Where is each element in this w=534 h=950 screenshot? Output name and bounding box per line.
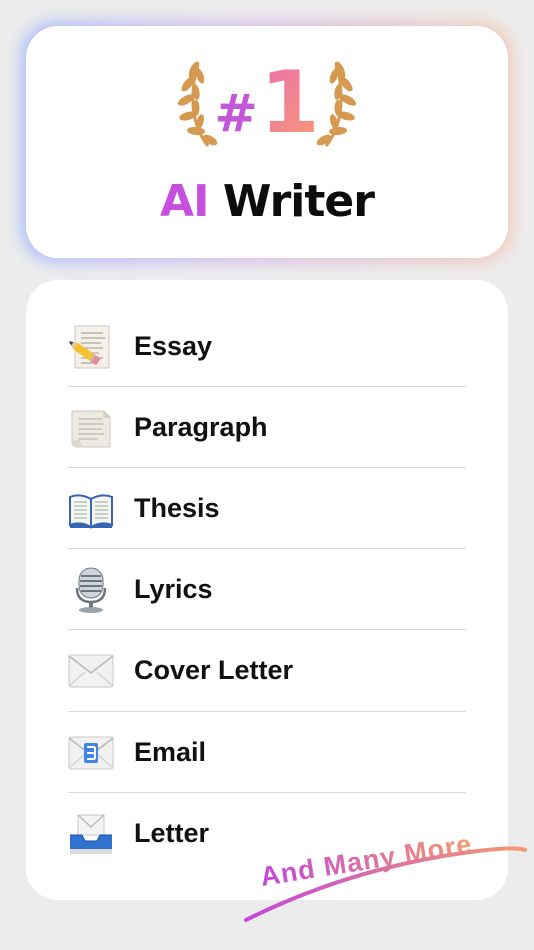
pencil-paper-icon — [68, 324, 114, 370]
rank-hash: # — [214, 84, 258, 144]
inbox-tray-icon — [68, 811, 114, 857]
feature-label-essay: Essay — [134, 331, 213, 361]
open-book-icon — [68, 486, 114, 532]
feature-label-email: Email — [134, 737, 207, 767]
feature-item-paragraph: Paragraph — [68, 387, 466, 468]
feature-item-email: Email — [68, 712, 466, 793]
page-icon — [68, 405, 114, 451]
app-title-ai: AI — [160, 176, 209, 227]
and-many-more-text: And Many More — [258, 829, 474, 892]
feature-label-letter: Letter — [134, 818, 210, 848]
app-title-writer: Writer — [222, 176, 375, 227]
feature-label-thesis: Thesis — [134, 493, 220, 523]
rank-number: 1 — [259, 53, 320, 153]
email-envelope-icon — [68, 730, 114, 776]
microphone-icon — [68, 567, 114, 613]
feature-label-lyrics: Lyrics — [134, 574, 213, 604]
rank-badge: # 1 — [0, 60, 534, 146]
feature-item-essay: Essay — [68, 306, 466, 387]
feature-item-thesis: Thesis — [68, 468, 466, 549]
and-many-more-label: And Many More — [244, 829, 527, 922]
feature-label-paragraph: Paragraph — [134, 412, 268, 442]
envelope-icon — [68, 648, 114, 694]
feature-item-cover-letter: Cover Letter — [68, 630, 466, 711]
feature-label-cover-letter: Cover Letter — [134, 655, 294, 685]
feature-item-lyrics: Lyrics — [68, 549, 466, 630]
app-title: AI Writer — [0, 180, 534, 224]
